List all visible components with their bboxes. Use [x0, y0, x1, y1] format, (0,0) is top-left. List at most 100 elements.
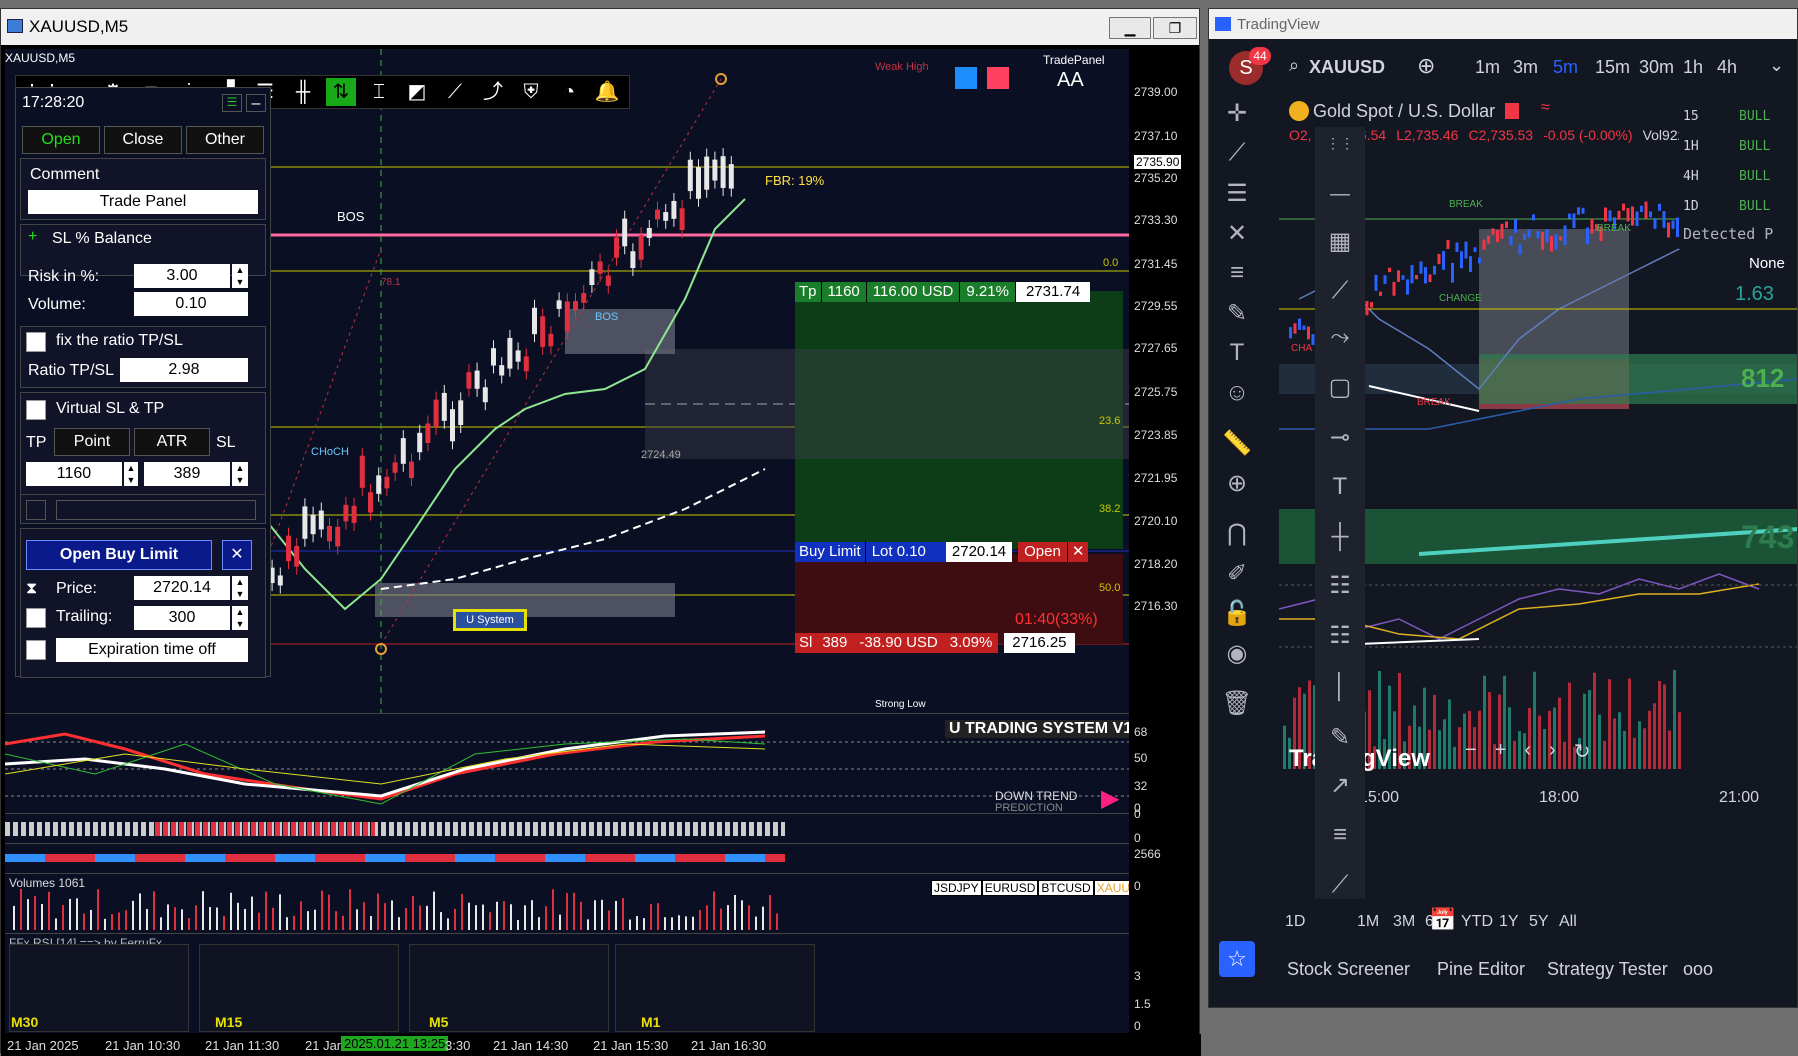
cross-icon[interactable]: ┼ [1320, 523, 1360, 551]
buy-limit-row[interactable]: Buy Limit Lot 0.10 2720.14 Open ✕ [795, 542, 1089, 562]
eye-icon[interactable]: ◉ [1217, 639, 1257, 668]
hlines-icon[interactable]: ☰ [1217, 179, 1257, 208]
tab-other[interactable]: Other [186, 126, 264, 154]
bell-icon[interactable]: 🔔 [592, 78, 622, 106]
vline-icon[interactable]: │ [1320, 673, 1360, 701]
range-1y[interactable]: 1Y [1499, 913, 1519, 931]
volumes-pane[interactable]: Volumes 1061 JSDJPY EURUSD BTCUSD XAUUSD [5, 873, 1129, 933]
ruler-icon[interactable]: ◩ [402, 78, 432, 106]
fib-icon[interactable]: ≡ [1217, 259, 1257, 287]
tab-close[interactable]: Close [104, 126, 182, 154]
tp-price[interactable]: 2731.74 [1014, 282, 1091, 302]
shield-icon[interactable]: ⛨ [516, 78, 546, 106]
range-ytd[interactable]: YTD [1461, 913, 1493, 931]
risk-field[interactable]: 3.00 [134, 264, 230, 288]
red-swatch[interactable] [987, 67, 1009, 89]
timeframe-4h[interactable]: 4h [1717, 57, 1737, 78]
sl-stepper[interactable]: ▲ ▼ [232, 462, 248, 486]
timeframe-15m[interactable]: 15m [1595, 57, 1630, 78]
range-5y[interactable]: 5Y [1529, 913, 1549, 931]
maximize-icon[interactable]: ❐ [1153, 17, 1197, 39]
expiration-checkbox[interactable] [26, 640, 46, 660]
candles-icon[interactable]: ╫ [288, 78, 318, 106]
hline-icon[interactable]: — [1320, 183, 1360, 206]
fix-ratio-checkbox[interactable] [26, 332, 46, 352]
zoom-in-icon[interactable]: + [1495, 739, 1507, 764]
emoji-icon[interactable]: ☺ [1217, 379, 1257, 407]
search-icon[interactable]: ⌕ [1289, 55, 1299, 76]
scroll-left-icon[interactable]: ‹ [1524, 739, 1531, 764]
calendar-icon[interactable]: 📅 [1429, 907, 1456, 933]
buy-open-button[interactable]: Open [1018, 542, 1067, 562]
mt4-titlebar[interactable]: XAUUSD,M5 ▁ ❐ [1, 9, 1199, 45]
point-button[interactable]: Point [54, 428, 130, 456]
more-icon[interactable]: ooo [1683, 959, 1713, 980]
oscillator-pane[interactable]: U TRADING SYSTEM V10 DOWN TREND PREDICTI… [5, 713, 1129, 813]
rectangle-icon[interactable]: ▢ [1320, 373, 1360, 402]
sl-row[interactable]: Sl 389 -38.90 USD 3.09% 2716.25 [795, 633, 1075, 653]
timeframe-30m[interactable]: 30m [1639, 57, 1674, 78]
rsi-pane[interactable]: FFx RSI [14] ==> by FerruFx M30 M15 M5 M… [5, 933, 1129, 1033]
channel-icon[interactable]: ☷ [1320, 571, 1360, 600]
tab-strategy-tester[interactable]: Strategy Tester [1547, 959, 1668, 980]
timeframe-1h[interactable]: 1h [1683, 57, 1703, 78]
range-3m[interactable]: 3M [1393, 913, 1415, 931]
cancel-order-icon[interactable]: ✕ [222, 540, 252, 570]
crosshair-icon[interactable]: ✛ [1217, 99, 1257, 128]
expand-icon[interactable]: + [28, 228, 37, 246]
sl-field[interactable]: 389 [144, 462, 230, 486]
lines-icon[interactable]: ≡ [1320, 821, 1360, 849]
reset-icon[interactable]: ↻ [1574, 739, 1591, 764]
path-icon[interactable]: ⤳ [1320, 323, 1360, 351]
brush-tool-icon[interactable]: ✎ [1320, 723, 1360, 752]
tab-open[interactable]: Open [22, 126, 100, 154]
range-1d[interactable]: 1D [1285, 913, 1305, 931]
add-symbol-icon[interactable]: ⊕ [1417, 53, 1435, 79]
grip-icon[interactable]: ⋮⋮ [1320, 135, 1360, 152]
pitchfork-icon[interactable]: ☷ [1320, 621, 1360, 650]
buy-cancel-icon[interactable]: ✕ [1066, 542, 1089, 562]
grid-icon[interactable]: ▦ [1320, 227, 1360, 256]
open-buy-limit-button[interactable]: Open Buy Limit [26, 540, 212, 570]
ratio-field[interactable]: 2.98 [120, 358, 248, 382]
expiration-field[interactable]: Expiration time off [56, 638, 248, 662]
collapse-icon[interactable]: – [246, 94, 266, 112]
pattern-icon[interactable]: ✕ [1217, 219, 1257, 248]
trailing-stepper[interactable]: ▲ ▼ [232, 606, 248, 630]
menu-icon[interactable]: ☰ [222, 94, 242, 112]
ray-icon[interactable]: ⟋ [1320, 277, 1360, 305]
horizontal-ray-icon[interactable]: ⊸ [1320, 423, 1360, 452]
segment-icon[interactable]: ⟋ [1320, 871, 1360, 899]
price-stepper[interactable]: ▲ ▼ [232, 576, 248, 600]
timeframe-1m[interactable]: 1m [1475, 57, 1500, 78]
buy-price[interactable]: 2720.14 [945, 542, 1013, 562]
tp-stepper[interactable]: ▲ ▼ [124, 462, 138, 486]
range-1m[interactable]: 1M [1357, 913, 1379, 931]
tab-pine-editor[interactable]: Pine Editor [1437, 959, 1525, 980]
price-lock-icon[interactable]: ⧗ [26, 580, 37, 598]
trendline-icon[interactable]: ⟋ [440, 78, 470, 106]
lock-icon[interactable]: 🔓 [1217, 599, 1257, 628]
ruler-icon[interactable]: 📏 [1217, 429, 1257, 458]
zoom-icon[interactable]: ⊕ [1217, 469, 1257, 498]
sl-price[interactable]: 2716.25 [1004, 633, 1075, 653]
scroll-right-icon[interactable]: › [1549, 739, 1556, 764]
star-icon[interactable]: ☆ [1219, 941, 1255, 977]
symbol-btcusd[interactable]: BTCUSD [1038, 880, 1094, 896]
tv-titlebar[interactable]: TradingView [1209, 9, 1797, 39]
arrow-icon[interactable]: ↗ [1320, 771, 1360, 800]
brush-icon[interactable]: ✎ [1217, 299, 1257, 328]
atr-button[interactable]: ATR [134, 428, 210, 456]
zoom-out-icon[interactable]: − [1465, 739, 1477, 764]
levels-icon[interactable]: ⌶ [364, 78, 394, 106]
chart-line-icon[interactable]: ⤴ [478, 78, 508, 106]
symbol-usdjpy[interactable]: JSDJPY [931, 880, 982, 896]
extra-checkbox[interactable] [26, 500, 46, 520]
symbol-eurusd[interactable]: EURUSD [981, 880, 1039, 896]
trendline-icon[interactable]: ⟋ [1217, 139, 1257, 167]
risk-stepper[interactable]: ▲ ▼ [232, 264, 248, 288]
flag-icon[interactable] [1505, 103, 1519, 119]
tp-field[interactable]: 1160 [26, 462, 122, 486]
volume-field[interactable]: 0.10 [134, 292, 248, 316]
minimize-icon[interactable]: ▁ [1109, 17, 1151, 39]
